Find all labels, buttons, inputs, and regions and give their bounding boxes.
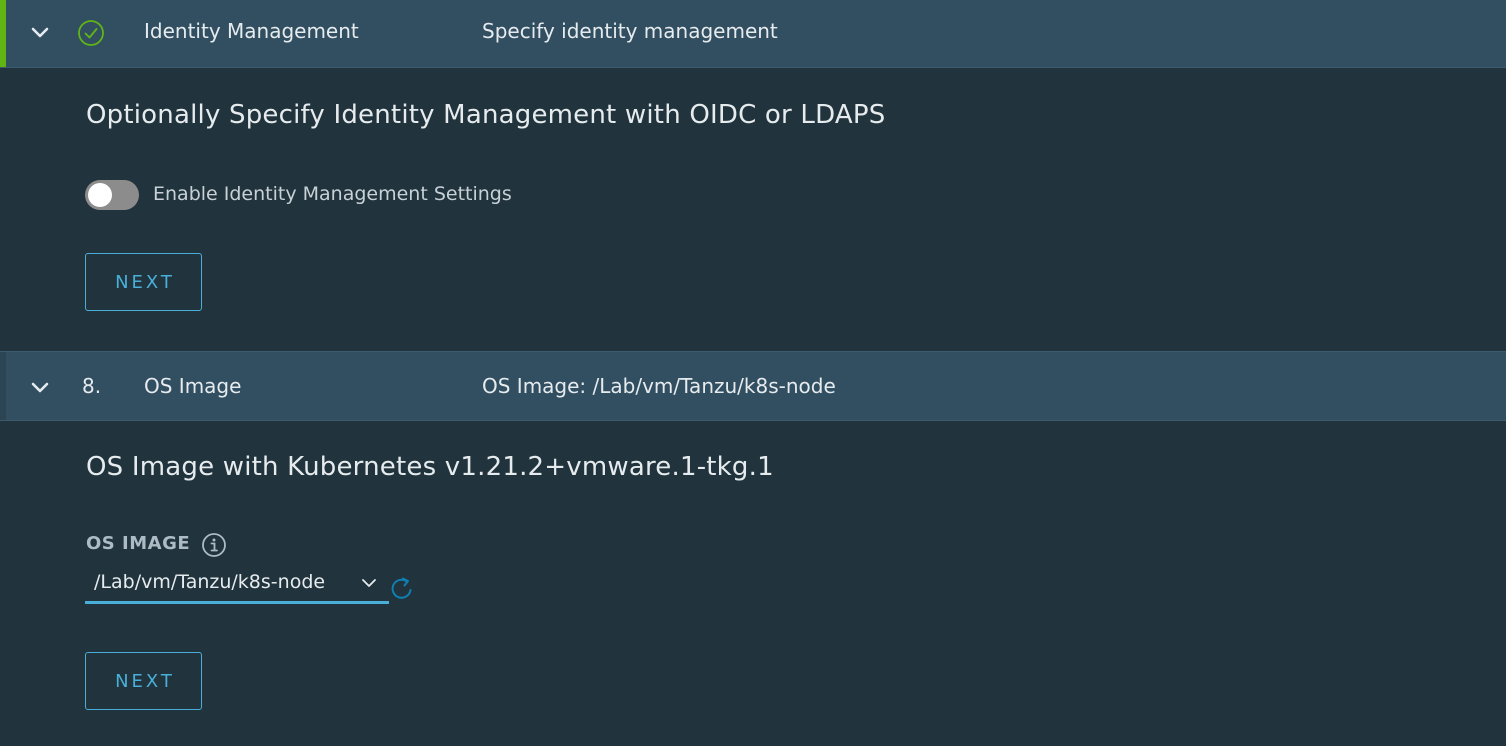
os-image-select-value: /Lab/vm/Tanzu/k8s-node	[94, 571, 326, 593]
toggle-label: Enable Identity Management Settings	[153, 183, 512, 205]
chevron-down-icon[interactable]	[30, 377, 50, 397]
section-heading: OS Image with Kubernetes v1.21.2+vmware.…	[86, 452, 774, 482]
next-button[interactable]: NEXT	[85, 652, 202, 710]
step-title: OS Image	[144, 374, 242, 398]
check-circle-icon	[77, 19, 105, 47]
os-image-label: OS IMAGE	[86, 533, 191, 554]
chevron-down-icon[interactable]	[30, 22, 50, 42]
wizard-page: Identity Management Specify identity man…	[0, 0, 1506, 746]
step-summary: OS Image: /Lab/vm/Tanzu/k8s-node	[482, 374, 836, 398]
caret-down-icon	[361, 575, 377, 591]
step-complete-indicator	[0, 0, 6, 67]
step-summary: Specify identity management	[482, 19, 778, 43]
next-button[interactable]: NEXT	[85, 253, 202, 311]
section-heading: Optionally Specify Identity Management w…	[86, 100, 886, 130]
info-circle-icon[interactable]	[201, 532, 227, 558]
step-indicator	[0, 352, 6, 420]
refresh-icon[interactable]	[389, 574, 415, 602]
enable-identity-management-toggle[interactable]	[85, 180, 139, 210]
os-image-select[interactable]: /Lab/vm/Tanzu/k8s-node	[85, 566, 389, 604]
step-header-os-image[interactable]: 8. OS Image OS Image: /Lab/vm/Tanzu/k8s-…	[0, 351, 1506, 421]
step-header-identity-management[interactable]: Identity Management Specify identity man…	[0, 0, 1506, 68]
step-title: Identity Management	[144, 19, 359, 43]
toggle-knob	[88, 183, 112, 207]
step-number: 8.	[82, 374, 102, 398]
